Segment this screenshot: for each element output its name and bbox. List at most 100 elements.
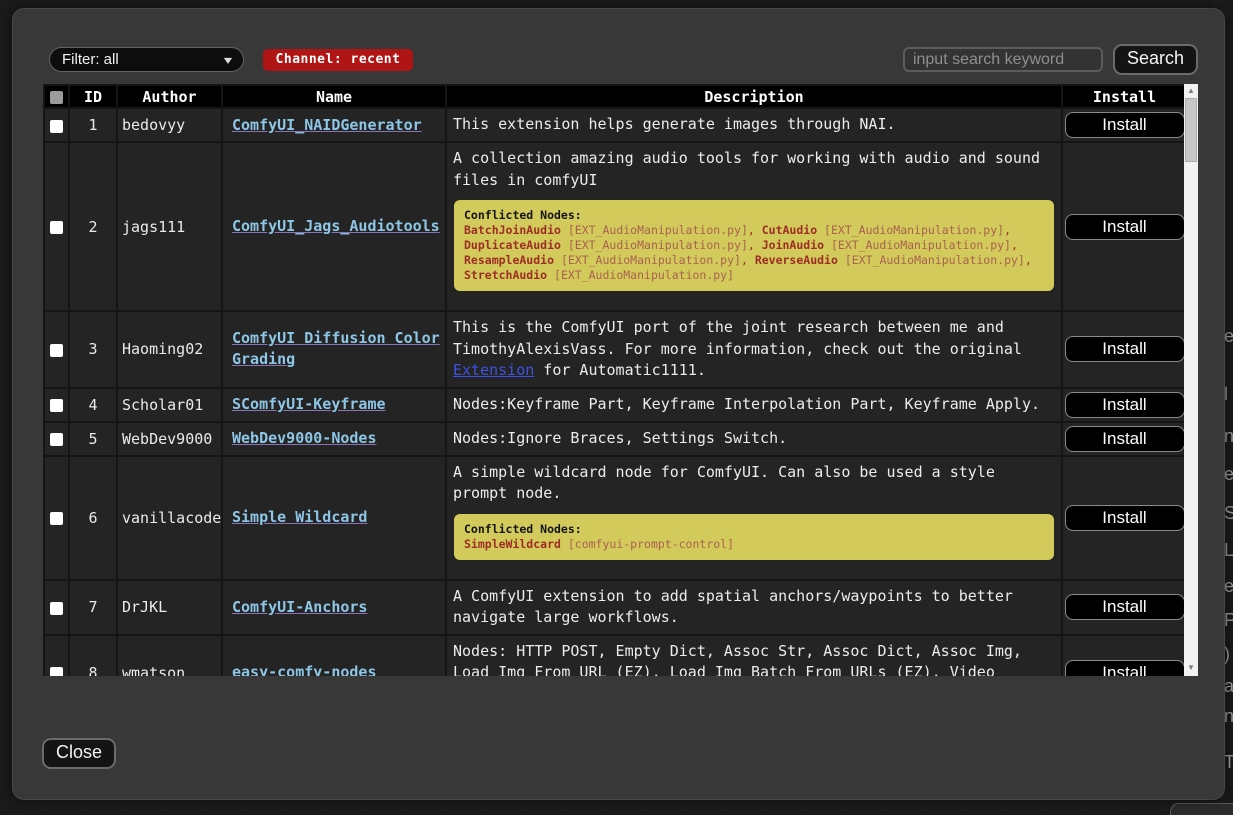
channel-badge[interactable]: Channel: recent: [263, 49, 413, 71]
conflicted-node-name: StretchAudio: [464, 268, 547, 282]
row-name-cell: ComfyUI_Jags_Audiotools: [222, 142, 446, 311]
row-install-cell: Install: [1062, 142, 1184, 311]
background-text-fragment: T: [1224, 752, 1233, 773]
chevron-down-icon: ▾: [224, 53, 232, 67]
conflicted-node-name: JoinAudio: [762, 238, 824, 252]
column-header-name: Name: [222, 85, 446, 108]
conflicted-node-ref: [EXT_AudioManipulation.py]: [561, 223, 748, 237]
row-id: 2: [69, 142, 117, 311]
row-checkbox[interactable]: [50, 667, 63, 676]
row-checkbox-cell: [44, 456, 69, 580]
close-button[interactable]: Close: [42, 738, 116, 769]
row-checkbox[interactable]: [50, 512, 63, 525]
background-text-fragment: n: [1224, 706, 1233, 727]
row-id: 3: [69, 311, 117, 388]
select-all-checkbox[interactable]: [50, 91, 63, 104]
scrollbar-thumb[interactable]: [1185, 98, 1197, 162]
row-name-cell: WebDev9000-Nodes: [222, 422, 446, 456]
row-install-cell: Install: [1062, 422, 1184, 456]
table-header-row: ID Author Name Description Install: [44, 85, 1184, 108]
row-checkbox[interactable]: [50, 120, 63, 133]
row-author: jags111: [117, 142, 222, 311]
conflicted-nodes-box: Conflicted Nodes:BatchJoinAudio [EXT_Aud…: [454, 200, 1054, 291]
row-checkbox-cell: [44, 422, 69, 456]
install-button[interactable]: Install: [1065, 392, 1185, 418]
extension-name-link[interactable]: easy-comfy-nodes: [232, 663, 377, 676]
extension-name-link[interactable]: WebDev9000-Nodes: [232, 429, 377, 447]
conflicted-node-name: BatchJoinAudio: [464, 223, 561, 237]
row-author: Haoming02: [117, 311, 222, 388]
extension-name-link[interactable]: ComfyUI-Anchors: [232, 598, 367, 616]
conflicted-node-ref: [EXT_AudioManipulation.py]: [554, 253, 741, 267]
conflicted-node-ref: [EXT_AudioManipulation.py]: [817, 223, 1004, 237]
dialog-footer: Close: [42, 738, 1224, 769]
row-checkbox[interactable]: [50, 344, 63, 357]
table-row: 2jags111ComfyUI_Jags_AudiotoolsA collect…: [44, 142, 1184, 311]
extension-name-link[interactable]: Simple Wildcard: [232, 508, 367, 526]
extensions-table-zone: ID Author Name Description Install 1bedo…: [43, 84, 1198, 676]
custom-nodes-install-dialog: Filter: all ▾ Channel: recent Search ID …: [12, 8, 1225, 800]
column-header-description: Description: [446, 85, 1062, 108]
column-header-install: Install: [1062, 85, 1184, 108]
row-install-cell: Install: [1062, 456, 1184, 580]
row-checkbox[interactable]: [50, 433, 63, 446]
install-button[interactable]: Install: [1065, 594, 1185, 620]
install-button[interactable]: Install: [1065, 505, 1185, 531]
conflicted-node-ref: [comfyui-prompt-control]: [561, 537, 734, 551]
scrollbar-up-arrow[interactable]: ▲: [1184, 84, 1198, 97]
extension-name-link[interactable]: ComfyUI_NAIDGenerator: [232, 116, 422, 134]
filter-select-value: Filter: all: [62, 51, 119, 68]
row-name-cell: ComfyUI Diffusion Color Grading: [222, 311, 446, 388]
row-checkbox-cell: [44, 635, 69, 677]
row-description: Nodes:Keyframe Part, Keyframe Interpolat…: [446, 388, 1062, 422]
row-id: 8: [69, 635, 117, 677]
row-install-cell: Install: [1062, 635, 1184, 677]
extension-name-link[interactable]: ComfyUI Diffusion Color Grading: [232, 329, 440, 368]
conflicted-node-ref: [EXT_AudioManipulation.py]: [547, 268, 734, 282]
table-scrollbar[interactable]: ▲ ▼: [1184, 84, 1198, 676]
extension-name-link[interactable]: ComfyUI_Jags_Audiotools: [232, 217, 440, 235]
row-id: 7: [69, 580, 117, 635]
column-header-id: ID: [69, 85, 117, 108]
install-button[interactable]: Install: [1065, 214, 1185, 240]
row-install-cell: Install: [1062, 388, 1184, 422]
install-button[interactable]: Install: [1065, 660, 1185, 676]
conflicted-nodes-title: Conflicted Nodes:: [464, 208, 1044, 223]
row-checkbox[interactable]: [50, 399, 63, 412]
conflicted-nodes-title: Conflicted Nodes:: [464, 522, 1044, 537]
background-text-fragment: P: [1224, 610, 1233, 631]
table-row: 5WebDev9000WebDev9000-NodesNodes:Ignore …: [44, 422, 1184, 456]
scrollbar-down-arrow[interactable]: ▼: [1184, 661, 1198, 674]
row-author: DrJKL: [117, 580, 222, 635]
row-checkbox[interactable]: [50, 221, 63, 234]
row-name-cell: SComfyUI-Keyframe: [222, 388, 446, 422]
conflicted-node-ref: [EXT_AudioManipulation.py]: [561, 238, 748, 252]
row-id: 1: [69, 108, 117, 142]
row-checkbox[interactable]: [50, 602, 63, 615]
background-text-fragment: S: [1224, 503, 1233, 524]
row-checkbox-cell: [44, 108, 69, 142]
search-button[interactable]: Search: [1113, 44, 1198, 75]
channel-badge-label: Channel: recent: [276, 52, 401, 67]
filter-select[interactable]: Filter: all ▾: [49, 47, 244, 72]
conflicted-node-name: CutAudio: [762, 223, 817, 237]
background-text-fragment: L: [1224, 540, 1233, 561]
row-checkbox-cell: [44, 388, 69, 422]
row-name-cell: ComfyUI-Anchors: [222, 580, 446, 635]
row-install-cell: Install: [1062, 580, 1184, 635]
row-checkbox-cell: [44, 142, 69, 311]
search-input[interactable]: [903, 47, 1103, 72]
conflicted-node-ref: [EXT_AudioManipulation.py]: [838, 253, 1025, 267]
table-row: 8wmatsoneasy-comfy-nodesNodes: HTTP POST…: [44, 635, 1184, 677]
description-inline-link[interactable]: Extension: [453, 361, 534, 379]
extension-name-link[interactable]: SComfyUI-Keyframe: [232, 395, 386, 413]
install-button[interactable]: Install: [1065, 336, 1185, 362]
install-button[interactable]: Install: [1065, 112, 1185, 138]
row-description: A ComfyUI extension to add spatial ancho…: [446, 580, 1062, 635]
row-id: 6: [69, 456, 117, 580]
install-button[interactable]: Install: [1065, 426, 1185, 452]
background-text-fragment: e: [1224, 576, 1233, 597]
row-description: This is the ComfyUI port of the joint re…: [446, 311, 1062, 388]
row-name-cell: easy-comfy-nodes: [222, 635, 446, 677]
row-author: bedovyy: [117, 108, 222, 142]
